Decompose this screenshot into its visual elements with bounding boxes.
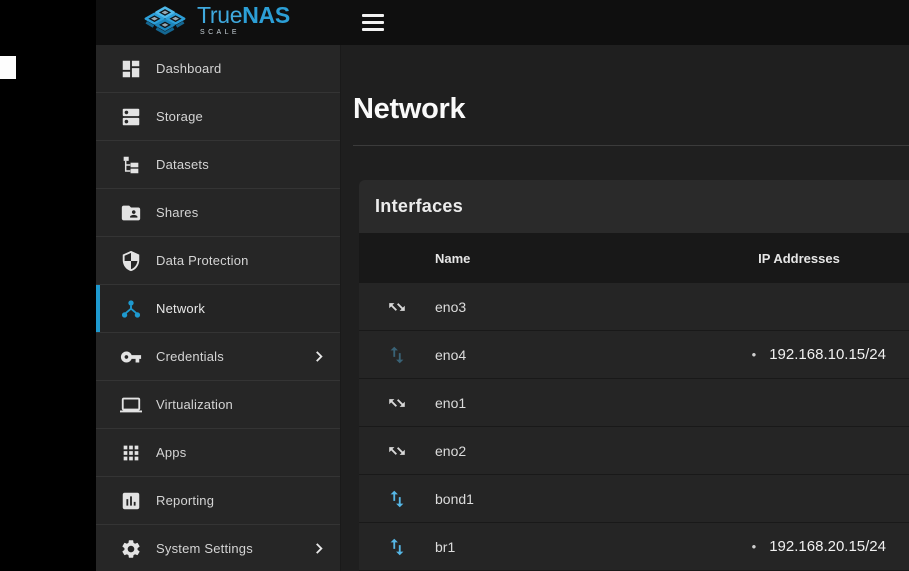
table-row-eno3[interactable]: eno3 bbox=[359, 283, 909, 331]
title-divider bbox=[353, 145, 909, 146]
interface-down-icon bbox=[386, 392, 408, 414]
brand-true: True bbox=[197, 2, 242, 28]
datasets-icon bbox=[120, 154, 142, 176]
interface-up-icon bbox=[386, 488, 408, 510]
truenas-app-window: TrueNAS SCALE Dashboard Storage Datasets Sh… bbox=[96, 0, 909, 571]
apps-icon bbox=[120, 442, 142, 464]
table-header-row: Name IP Addresses bbox=[359, 233, 909, 283]
screen-artifact bbox=[0, 56, 16, 79]
sidebar-item-label: Apps bbox=[156, 445, 186, 460]
interface-up-icon bbox=[386, 536, 408, 558]
brand-nas: NAS bbox=[242, 2, 290, 28]
interface-down-icon bbox=[386, 440, 408, 462]
menu-toggle-button[interactable] bbox=[362, 14, 386, 31]
sidebar-item-label: Virtualization bbox=[156, 397, 233, 412]
interface-name: eno1 bbox=[435, 395, 669, 411]
interface-name: bond1 bbox=[435, 491, 669, 507]
sidebar-item-label: Shares bbox=[156, 205, 198, 220]
sidebar-item-label: Reporting bbox=[156, 493, 214, 508]
table-row-eno2[interactable]: eno2 bbox=[359, 427, 909, 475]
page-title: Network bbox=[353, 94, 909, 124]
sidebar-item-reporting[interactable]: Reporting bbox=[96, 477, 340, 525]
sidebar-item-network[interactable]: Network bbox=[96, 285, 340, 333]
interface-name: br1 bbox=[435, 539, 669, 555]
menu-icon bbox=[362, 14, 384, 17]
sidebar-item-dashboard[interactable]: Dashboard bbox=[96, 45, 340, 93]
sidebar-item-credentials[interactable]: Credentials bbox=[96, 333, 340, 381]
interfaces-card-header: Interfaces bbox=[359, 180, 909, 233]
screen: TrueNAS SCALE Dashboard Storage Datasets Sh… bbox=[0, 0, 909, 571]
sidebar-item-label: Datasets bbox=[156, 157, 209, 172]
interfaces-card: Interfaces Name IP Addresses eno3 eno4 • 19… bbox=[359, 180, 909, 571]
sidebar-item-shares[interactable]: Shares bbox=[96, 189, 340, 237]
sidebar-item-datasets[interactable]: Datasets bbox=[96, 141, 340, 189]
table-row-eno1[interactable]: eno1 bbox=[359, 379, 909, 427]
sidebar-item-label: System Settings bbox=[156, 541, 253, 556]
gear-icon bbox=[120, 538, 142, 560]
main-content: Network Interfaces Name IP Addresses eno… bbox=[341, 45, 909, 571]
ip-address-value: 192.168.10.15/24 bbox=[769, 346, 886, 363]
report-icon bbox=[120, 490, 142, 512]
ip-address-value: 192.168.20.15/24 bbox=[769, 538, 886, 555]
sidebar-item-storage[interactable]: Storage bbox=[96, 93, 340, 141]
interfaces-card-title: Interfaces bbox=[375, 196, 463, 217]
sidebar-item-label: Data Protection bbox=[156, 253, 249, 268]
interfaces-table-body: eno3 eno4 • 192.168.10.15/24 eno1 eno2 bond1 br… bbox=[359, 283, 909, 571]
sidebar-item-data-protection[interactable]: Data Protection bbox=[96, 237, 340, 285]
bullet-icon: • bbox=[752, 540, 757, 553]
column-header-ip-addresses: IP Addresses bbox=[669, 251, 909, 266]
network-icon bbox=[120, 298, 142, 320]
sidebar-item-virtualization[interactable]: Virtualization bbox=[96, 381, 340, 429]
truenas-logo-icon bbox=[142, 6, 188, 39]
brand-scale-label: SCALE bbox=[200, 29, 290, 36]
bullet-icon: • bbox=[752, 348, 757, 361]
interface-name: eno2 bbox=[435, 443, 669, 459]
laptop-icon bbox=[120, 394, 142, 416]
shares-icon bbox=[120, 202, 142, 224]
chevron-right-icon bbox=[310, 348, 327, 365]
chevron-right-icon bbox=[310, 540, 327, 557]
brand-text: TrueNAS SCALE bbox=[197, 4, 290, 36]
interface-ip-addresses: • 192.168.10.15/24 bbox=[669, 346, 909, 363]
interface-ip-addresses: • 192.168.20.15/24 bbox=[669, 538, 909, 555]
interface-name: eno3 bbox=[435, 299, 669, 315]
table-row-eno4[interactable]: eno4 • 192.168.10.15/24 bbox=[359, 331, 909, 379]
table-row-bond1[interactable]: bond1 bbox=[359, 475, 909, 523]
sidebar-item-apps[interactable]: Apps bbox=[96, 429, 340, 477]
sidebar-item-system-settings[interactable]: System Settings bbox=[96, 525, 340, 571]
truenas-logo[interactable]: TrueNAS SCALE bbox=[142, 4, 290, 39]
shield-icon bbox=[120, 250, 142, 272]
dashboard-icon bbox=[120, 58, 142, 80]
interface-down-icon bbox=[386, 296, 408, 318]
key-icon bbox=[120, 346, 142, 368]
column-header-name: Name bbox=[435, 251, 669, 266]
sidebar-item-label: Dashboard bbox=[156, 61, 221, 76]
sidebar-item-label: Storage bbox=[156, 109, 203, 124]
sidebar-nav: Dashboard Storage Datasets Shares Data Prote… bbox=[96, 45, 341, 571]
interface-up-icon bbox=[386, 344, 408, 366]
sidebar-item-label: Network bbox=[156, 301, 205, 316]
interface-name: eno4 bbox=[435, 347, 669, 363]
desktop-background bbox=[0, 0, 96, 571]
top-bar: TrueNAS SCALE bbox=[96, 0, 909, 45]
sidebar-item-label: Credentials bbox=[156, 349, 224, 364]
storage-icon bbox=[120, 106, 142, 128]
table-row-br1[interactable]: br1 • 192.168.20.15/24 bbox=[359, 523, 909, 571]
